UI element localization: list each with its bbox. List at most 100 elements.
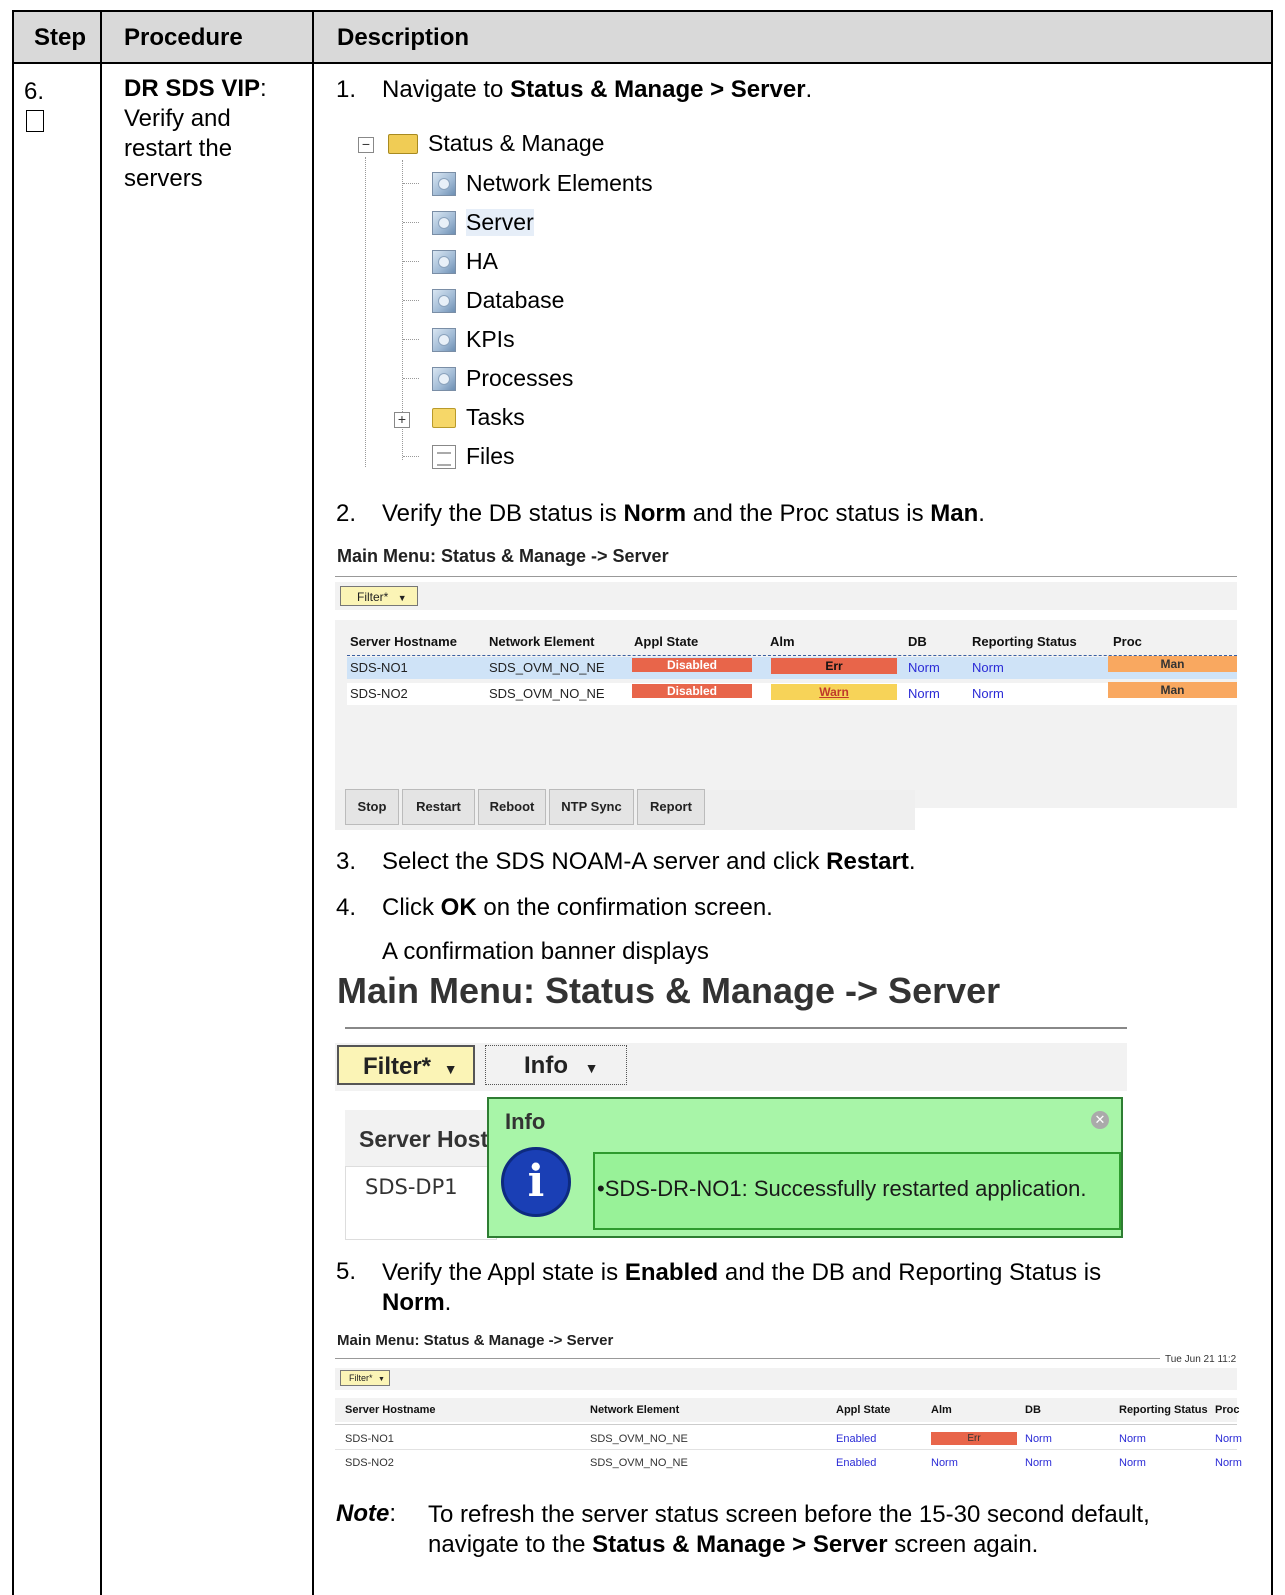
cell-appl-state[interactable]: Enabled <box>836 1433 876 1445</box>
instruction-text: . <box>444 1289 452 1316</box>
expand-icon[interactable]: + <box>394 412 410 428</box>
step-checkbox[interactable] <box>26 110 44 132</box>
toolbar <box>335 1368 1237 1390</box>
cell-db[interactable]: Norm <box>908 660 940 675</box>
status-badge[interactable]: Man <box>1108 682 1237 698</box>
instruction-text: and the DB and Reporting Status is <box>718 1259 1102 1286</box>
folder-open-icon <box>388 133 418 154</box>
info-button[interactable]: Info ▼ <box>485 1045 627 1085</box>
cell-hostname: SDS-NO2 <box>345 1457 394 1469</box>
cell-appl-state[interactable]: Enabled <box>836 1457 876 1469</box>
tree-item-files[interactable]: Files <box>432 443 515 470</box>
cell-db[interactable]: Norm <box>1025 1457 1052 1469</box>
column-header: Proc <box>1113 634 1142 649</box>
report-button[interactable]: Report <box>637 789 705 825</box>
cell-reporting[interactable]: Norm <box>1119 1433 1146 1445</box>
page-icon <box>432 249 456 274</box>
tree-item-kpis[interactable]: KPIs <box>432 326 515 353</box>
cell-proc[interactable]: Norm <box>1215 1457 1242 1469</box>
info-popup: Info ✕ i •SDS-DR-NO1: Successfully resta… <box>487 1097 1123 1238</box>
tree-item-ha[interactable]: HA <box>432 248 498 275</box>
timestamp: Tue Jun 21 11:2 <box>1165 1354 1237 1365</box>
reboot-button[interactable]: Reboot <box>478 789 546 825</box>
collapse-icon[interactable]: − <box>358 137 374 153</box>
column-header: Network Element <box>489 634 595 649</box>
note-line: navigate to the <box>428 1531 593 1558</box>
divider <box>347 655 1237 656</box>
tree-item-label: Network Elements <box>466 170 653 196</box>
cell-alm[interactable]: Norm <box>931 1457 958 1469</box>
instruction-text: Navigate to <box>382 76 511 103</box>
tree-root-label: Status & Manage <box>428 130 605 156</box>
tree-item-processes[interactable]: Processes <box>432 365 573 392</box>
filter-button[interactable]: Filter* ▼ <box>340 586 418 606</box>
divider <box>345 1027 1127 1029</box>
note-label-text: Note <box>336 1500 390 1527</box>
column-header: DB <box>908 634 927 649</box>
instruction-bold: Enabled <box>624 1259 719 1286</box>
tree-root[interactable]: Status & Manage <box>388 130 604 157</box>
page-icon <box>432 171 456 196</box>
cell-network-element: SDS_OVM_NO_NE <box>489 660 605 675</box>
column-header: Alm <box>770 634 795 649</box>
tree-item-label: HA <box>466 248 498 274</box>
ntp-sync-button[interactable]: NTP Sync <box>549 789 634 825</box>
cell-hostname: SDS-NO1 <box>350 660 408 675</box>
header-description: Description <box>337 24 470 51</box>
cell-reporting[interactable]: Norm <box>1119 1457 1146 1469</box>
tree-item-network-elements[interactable]: Network Elements <box>432 170 653 197</box>
column-header: Server Hostname <box>350 634 457 649</box>
instruction-3: Select the SDS NOAM-A server and click R… <box>382 848 916 876</box>
filter-label: Filter* <box>349 1373 373 1383</box>
procedure-text: DR SDS VIP: Verify and restart the serve… <box>124 75 267 192</box>
instruction-bold: Man <box>930 500 979 527</box>
instruction-1: Navigate to Status & Manage > Server. <box>382 76 812 104</box>
cell-db[interactable]: Norm <box>1025 1433 1052 1445</box>
tree-connector <box>403 339 419 340</box>
tree-item-tasks[interactable]: Tasks <box>432 404 525 431</box>
status-badge[interactable]: Warn <box>771 684 897 700</box>
restart-button[interactable]: Restart <box>402 789 475 825</box>
table-header: Step Procedure Description <box>14 12 1271 64</box>
close-icon[interactable]: ✕ <box>1091 1111 1109 1129</box>
status-badge[interactable]: Man <box>1108 656 1237 672</box>
instruction-bold: Norm <box>623 500 687 527</box>
column-header: Proc <box>1215 1404 1240 1416</box>
header-procedure: Procedure <box>124 24 243 51</box>
stop-button[interactable]: Stop <box>345 789 399 825</box>
server-enabled-screenshot: Main Menu: Status & Manage -> Server Tue… <box>335 1330 1242 1475</box>
tree-item-label: Processes <box>466 365 574 391</box>
cell-hostname: SDS-DP1 <box>365 1175 458 1199</box>
column-divider <box>100 12 102 1595</box>
instruction-text: and the Proc status is <box>686 500 931 527</box>
table-header <box>335 1398 1237 1422</box>
tree-item-database[interactable]: Database <box>432 287 564 314</box>
cell-db[interactable]: Norm <box>908 686 940 701</box>
cell-proc[interactable]: Norm <box>1215 1433 1242 1445</box>
tree-connector <box>403 183 419 184</box>
dropdown-arrow-icon: ▼ <box>584 1060 599 1076</box>
procedure-desc: Verify and restart the servers <box>124 105 233 192</box>
tree-connector <box>403 456 419 457</box>
instruction-text: . <box>978 500 985 527</box>
cell-reporting[interactable]: Norm <box>972 660 1004 675</box>
cell-reporting[interactable]: Norm <box>972 686 1004 701</box>
status-badge[interactable]: Err <box>931 1432 1017 1445</box>
instruction-text: Click <box>382 894 441 921</box>
filter-button[interactable]: Filter* ▼ <box>340 1370 390 1386</box>
column-header: Appl State <box>836 1404 891 1416</box>
status-badge[interactable]: Err <box>771 658 897 674</box>
tree-connector <box>365 157 366 467</box>
tree-item-server[interactable]: Server <box>432 209 534 236</box>
instruction-number: 2. <box>336 500 357 527</box>
tree-item-label: Database <box>466 287 565 313</box>
divider <box>335 576 1237 577</box>
cell-hostname: SDS-NO2 <box>350 686 408 701</box>
table-row[interactable] <box>335 1426 1237 1448</box>
message-body: : Successfully restarted application. <box>741 1176 1087 1201</box>
page-icon <box>432 366 456 391</box>
cell-hostname: SDS-NO1 <box>345 1433 394 1445</box>
filter-button[interactable]: Filter* ▼ <box>337 1045 475 1085</box>
status-badge: Disabled <box>632 658 752 672</box>
info-message: •SDS-DR-NO1: Successfully restarted appl… <box>593 1152 1121 1230</box>
